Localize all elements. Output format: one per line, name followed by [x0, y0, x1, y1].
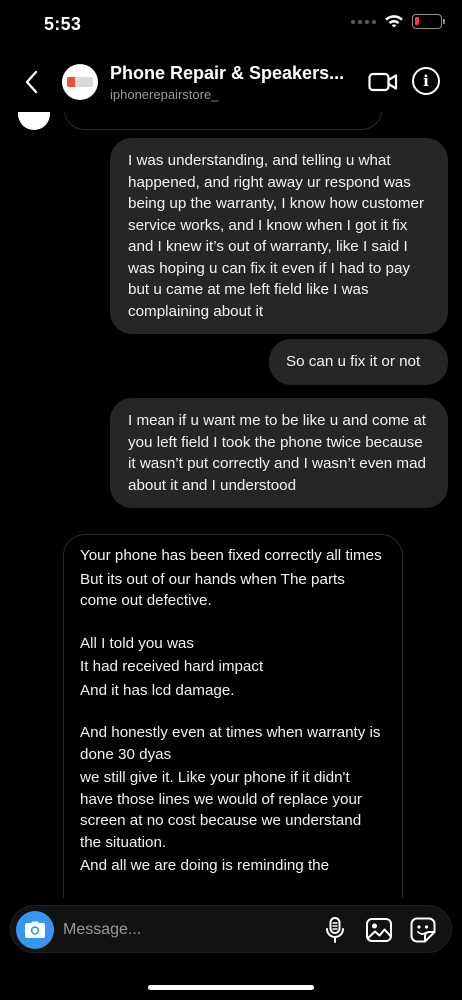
- gallery-icon[interactable]: [365, 916, 393, 944]
- message-line: It had received hard impact: [80, 658, 264, 675]
- info-icon[interactable]: i: [412, 67, 440, 95]
- battery-level: [415, 17, 419, 25]
- message-line: All I told you was: [80, 634, 194, 652]
- message-line: And all we are doing is reminding the: [80, 857, 330, 874]
- wifi-icon: [385, 15, 403, 28]
- avatar-logo: [67, 77, 93, 87]
- message-line: And it has lcd damage.: [80, 681, 235, 699]
- message-text: So can u fix it or not: [286, 353, 421, 370]
- status-icons: [351, 14, 445, 29]
- camera-icon: [25, 921, 45, 938]
- message-input[interactable]: [63, 918, 303, 942]
- message-bubble-sent[interactable]: I mean if u want me to be like u and com…: [110, 398, 448, 508]
- message-line: And honestly even at times when warranty…: [80, 724, 381, 763]
- microphone-icon[interactable]: [323, 916, 347, 944]
- signal-icon: [351, 19, 376, 24]
- avatar[interactable]: [62, 64, 98, 100]
- message-thread[interactable]: I was understanding, and telling u what …: [0, 112, 462, 898]
- home-indicator[interactable]: [148, 985, 314, 990]
- message-bubble-sent[interactable]: So can u fix it or not: [269, 339, 448, 385]
- back-chevron-icon[interactable]: [20, 68, 44, 96]
- status-bar: 5:53: [0, 0, 462, 50]
- video-call-icon[interactable]: [368, 70, 398, 94]
- message-composer: [10, 905, 452, 953]
- battery-icon: [412, 14, 445, 29]
- contact-name[interactable]: Phone Repair & Speakers...: [110, 63, 344, 84]
- message-bubble-sent[interactable]: I was understanding, and telling u what …: [110, 138, 448, 334]
- chat-header: Phone Repair & Speakers... iphonerepairs…: [0, 52, 462, 112]
- status-time: 5:53: [44, 14, 82, 34]
- message-text: I mean if u want me to be like u and com…: [128, 412, 427, 494]
- contact-username[interactable]: iphonerepairstore_: [110, 87, 218, 102]
- sender-avatar: [18, 112, 50, 130]
- message-line: Your phone has been fixed correctly all …: [80, 547, 382, 564]
- message-bubble-received[interactable]: Your phone has been fixed correctly all …: [63, 534, 403, 898]
- camera-button[interactable]: [16, 911, 54, 949]
- message-line: But its out of our hands when The parts …: [80, 570, 345, 610]
- message-line: we still give it. Like your phone if it …: [80, 769, 362, 851]
- sticker-icon[interactable]: [409, 916, 437, 944]
- message-text: I was understanding, and telling u what …: [128, 152, 425, 320]
- previous-message-bubble: [64, 112, 382, 130]
